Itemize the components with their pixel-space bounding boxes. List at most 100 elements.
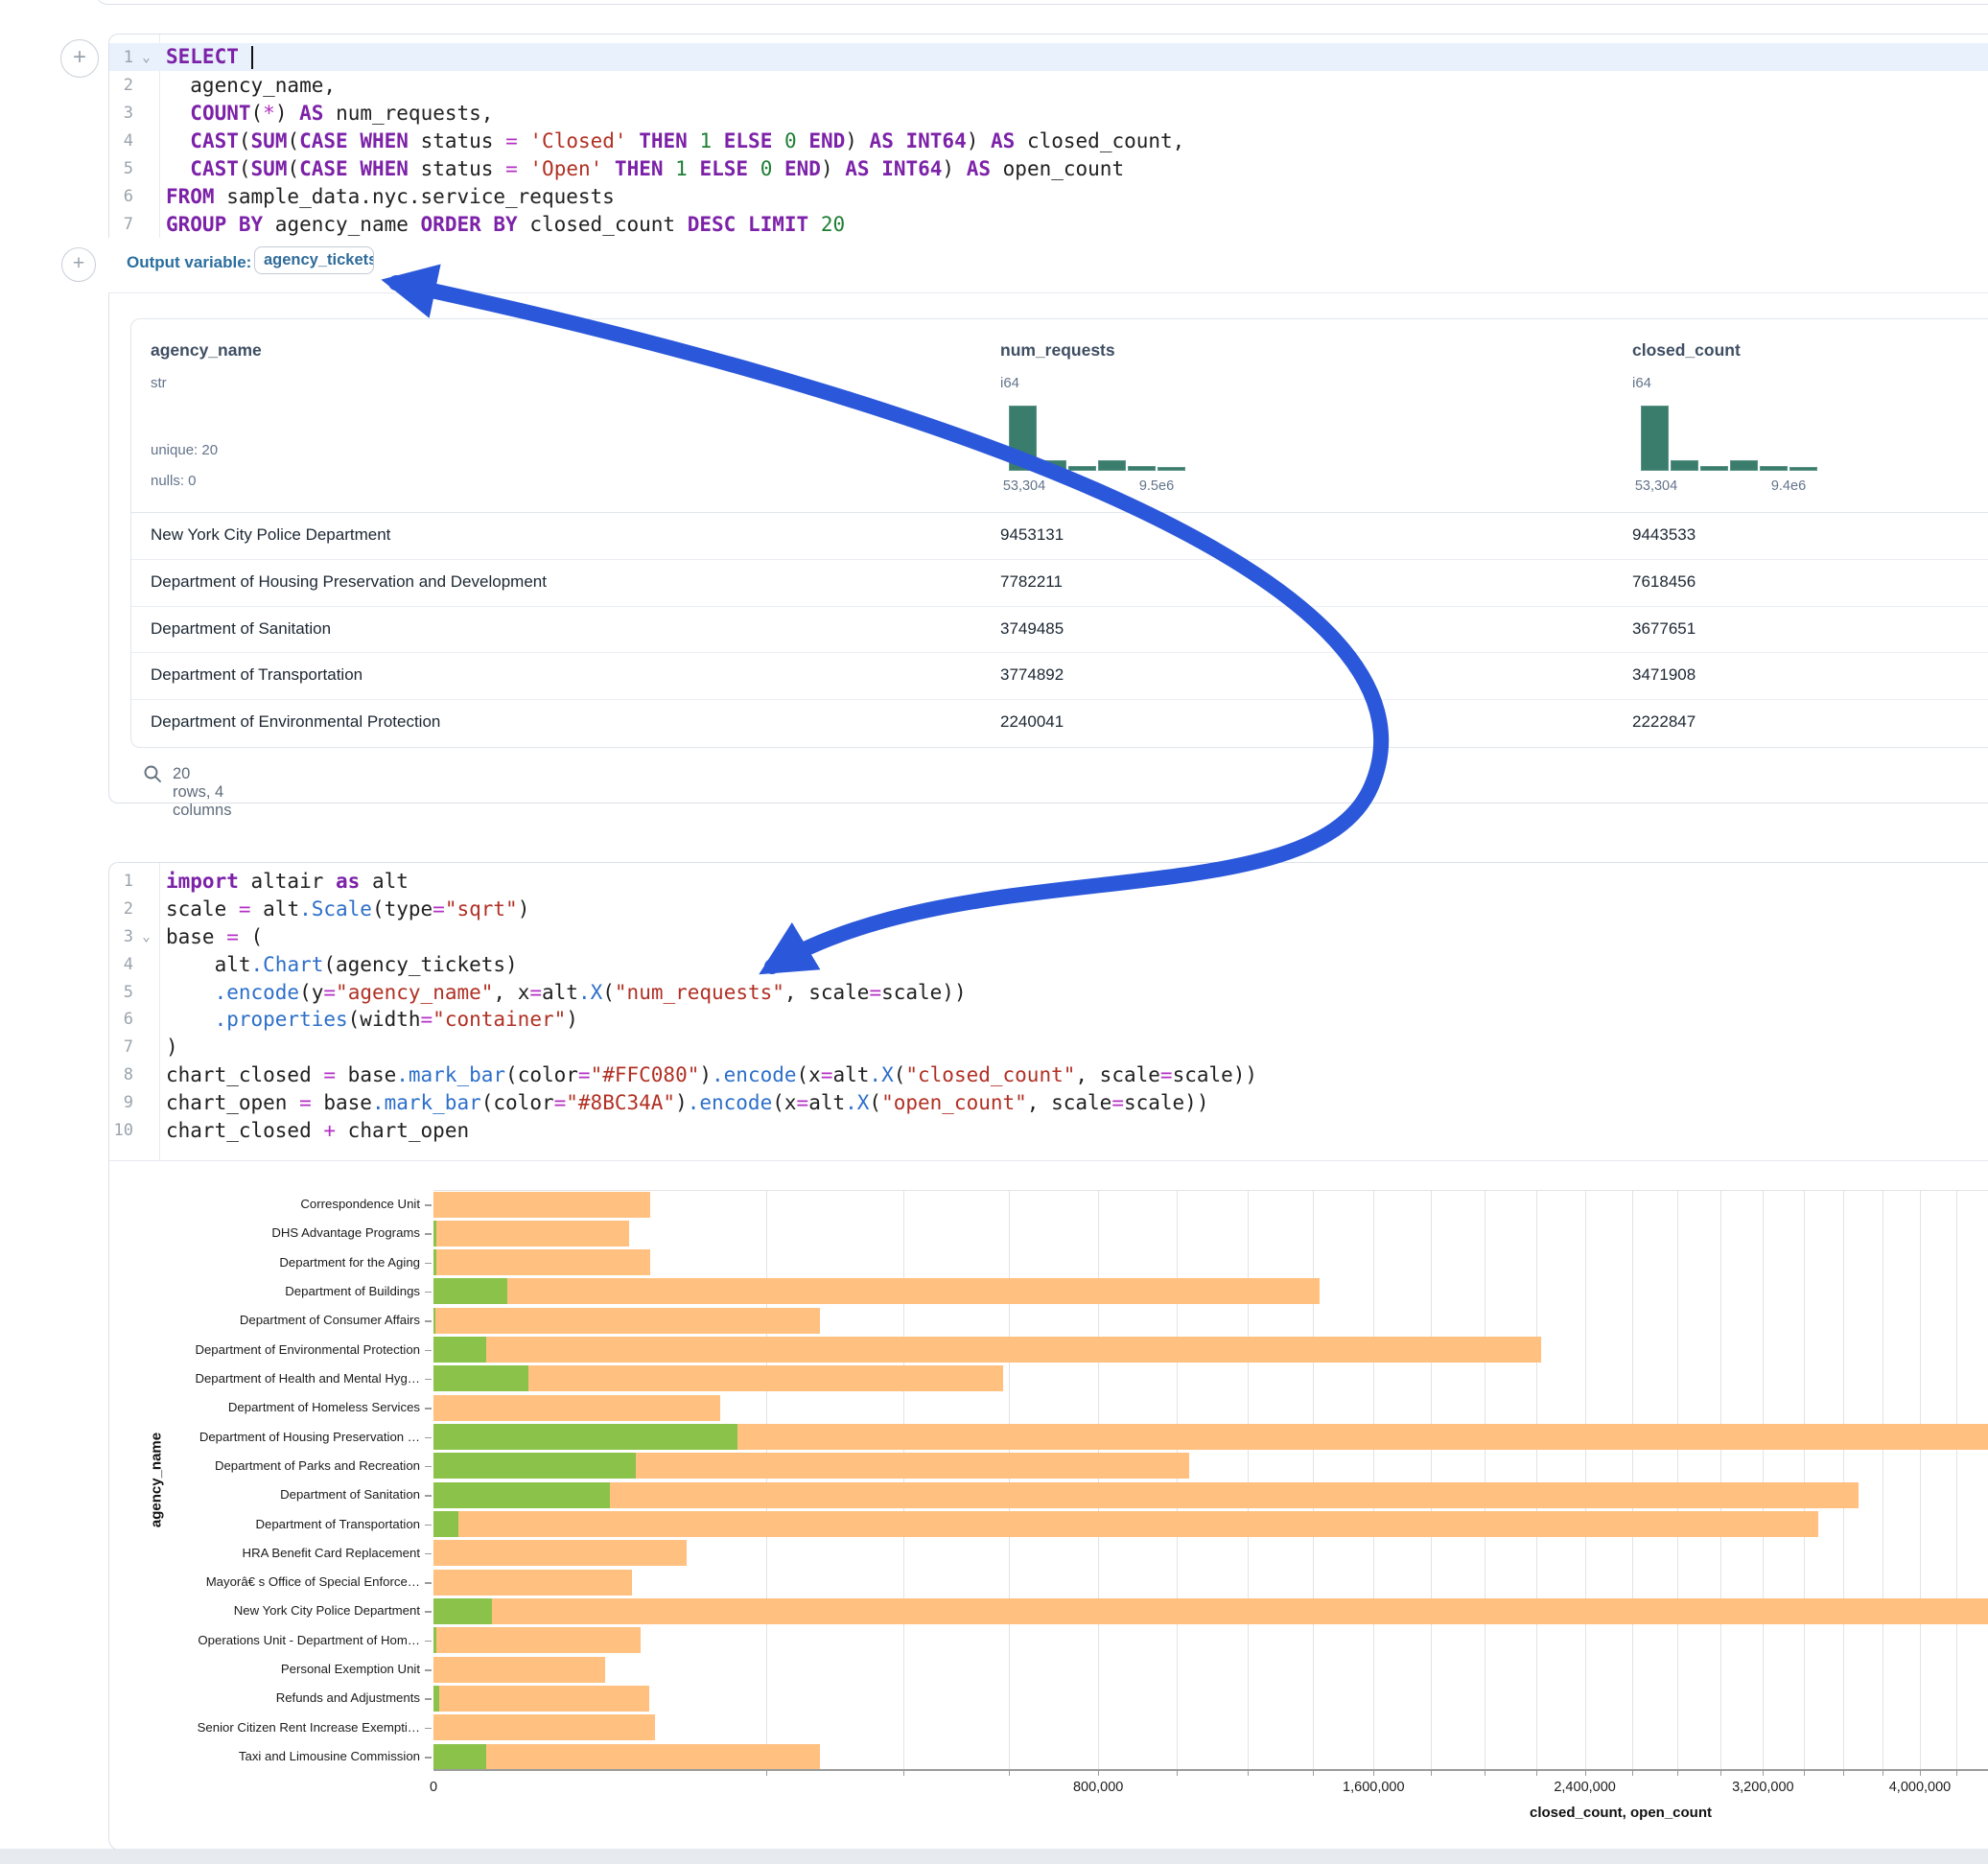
output-variable-row: Output variable: agency_tickets [108,238,1988,293]
python-cell: 1 import altair as alt 2 scale = alt.Scale(… [108,862,1988,1851]
code-line[interactable]: 5 .encode(y="agency_name", x=alt.X("num_… [109,978,1988,1006]
code-text: import altair as alt [159,870,409,893]
table-cell: New York City Police Department [151,512,390,559]
code-line[interactable]: 7 GROUP BY agency_name ORDER BY closed_co… [109,211,1988,239]
code-text: base = ( [159,925,263,948]
line-number: 6 [109,187,133,206]
table-cell: Department of Transportation [151,652,363,699]
line-number: 3 [109,927,133,946]
dataframe-header: agency_namestrunique: 20nulls: 0num_requ… [131,319,1988,513]
code-text: agency_name, [159,74,336,97]
sql-code-editor[interactable]: 1⌄SELECT 2 agency_name,3 COUNT(*) AS num… [109,35,1988,248]
column-header[interactable]: num_requests [1000,340,1115,361]
code-text: COUNT(*) AS num_requests, [159,102,493,125]
fold-caret-icon[interactable]: ⌄ [133,929,159,944]
column-type: i64 [1000,375,1019,391]
code-text: chart_closed + chart_open [159,1119,469,1142]
code-text: .properties(width="container") [159,1008,578,1031]
add-cell-button-2[interactable]: + [61,247,96,282]
table-row[interactable]: New York City Police Department 9453131 94… [131,512,1988,560]
line-number: 5 [109,159,133,178]
histogram-bin [1158,467,1185,471]
column-header[interactable]: closed_count [1632,340,1741,361]
output-variable-chip[interactable]: agency_tickets [254,246,374,274]
code-line[interactable]: 5 CAST(SUM(CASE WHEN status = 'Open' THE… [109,154,1988,182]
line-number: 1 [109,872,133,891]
code-text: .encode(y="agency_name", x=alt.X("num_re… [159,981,967,1004]
histogram-bin [1671,460,1698,471]
table-row[interactable]: Department of Sanitation37494853677651 [131,606,1988,654]
code-text: ) [159,1036,178,1059]
table-cell: Department of Sanitation [151,606,331,653]
column-type: i64 [1632,375,1651,391]
table-row[interactable]: Department of Environmental Protection 22… [131,699,1988,746]
line-number: 6 [109,1010,133,1029]
code-text: scale = alt.Scale(type="sqrt") [159,897,529,920]
page-bottom-strip [0,1849,1988,1864]
code-text: FROM sample_data.nyc.service_requests [159,185,615,208]
histogram-bin [1700,466,1728,471]
dataframe-preview-card: agency_namestrunique: 20nulls: 0num_requ… [130,318,1988,748]
table-cell: 3774892 [1000,652,1064,699]
code-line[interactable]: 6 FROM sample_data.nyc.service_requests [109,182,1988,210]
code-text: alt.Chart(agency_tickets) [159,953,518,976]
code-text: SELECT [159,45,253,69]
line-number: 4 [109,131,133,151]
code-line[interactable]: 10 chart_closed + chart_open [109,1116,1988,1144]
code-line[interactable]: 1 import altair as alt [109,868,1988,896]
table-cell: 2240041 [1000,699,1064,746]
output-variable-label: Output variable: [127,253,251,272]
table-cell: Department of Environmental Protection [151,699,440,746]
line-number: 8 [109,1065,133,1084]
code-line[interactable]: 3 COUNT(*) AS num_requests, [109,99,1988,127]
code-line[interactable]: 4 alt.Chart(agency_tickets) [109,950,1988,978]
add-cell-button[interactable]: + [60,39,99,78]
code-line[interactable]: 4 CAST(SUM(CASE WHEN status = 'Closed' T… [109,127,1988,154]
table-cell: Department of Housing Preservation and D… [151,559,547,606]
line-number: 10 [109,1121,133,1140]
table-cell: 9453131 [1000,512,1064,559]
histogram-bin [1039,460,1066,471]
code-line[interactable]: 1⌄SELECT [109,43,1988,71]
column-header[interactable]: agency_name [151,340,262,361]
code-line[interactable]: 9 chart_open = base.mark_bar(color="#8BC3… [109,1088,1988,1116]
column-type: str [151,375,167,391]
histogram-max-label: 9.5e6 [1113,478,1200,494]
line-number: 4 [109,955,133,974]
histogram-bin [1009,406,1037,471]
code-line[interactable]: 8chart_closed = base.mark_bar(color="#FF… [109,1061,1988,1089]
line-number: 3 [109,104,133,123]
code-line[interactable]: 7) [109,1034,1988,1061]
line-number: 7 [109,1037,133,1057]
code-line[interactable]: 2 agency_name, [109,71,1988,99]
table-cell: 9443533 [1632,512,1696,559]
line-number: 5 [109,983,133,1002]
code-line[interactable]: 2 scale = alt.Scale(type="sqrt") [109,896,1988,923]
line-number: 9 [109,1093,133,1112]
table-cell: 3677651 [1632,606,1696,653]
table-cell: 7618456 [1632,559,1696,606]
histogram-bin [1789,467,1817,471]
fold-caret-icon[interactable]: ⌄ [133,50,159,65]
code-text: chart_open = base.mark_bar(color="#8BC34… [159,1091,1208,1114]
line-number: 2 [109,899,133,919]
code-text: CAST(SUM(CASE WHEN status = 'Closed' THE… [159,129,1184,152]
table-cell: 3471908 [1632,652,1696,699]
row-count-text: 20 rows, 4 columns [173,765,231,820]
line-number: 2 [109,76,133,95]
line-number: 7 [109,215,133,234]
column-histogram [1009,406,1187,471]
histogram-bin [1641,406,1669,471]
search-icon[interactable] [142,763,163,784]
python-code-editor[interactable]: 1 import altair as alt 2 scale = alt.Scale(… [109,863,1988,1161]
histogram-min-label: 53,304 [1613,478,1699,494]
histogram-bin [1098,460,1126,471]
column-stat: nulls: 0 [151,473,197,489]
code-line[interactable]: 3⌄base = ( [109,923,1988,951]
code-text: GROUP BY agency_name ORDER BY closed_cou… [159,213,845,236]
code-line[interactable]: 6 .properties(width="container") [109,1006,1988,1034]
histogram-min-label: 53,304 [981,478,1067,494]
histogram-bin [1760,466,1788,471]
table-row[interactable]: Department of Transportation 3774892 34719… [131,652,1988,700]
table-row[interactable]: Department of Housing Preservation and D… [131,559,1988,607]
